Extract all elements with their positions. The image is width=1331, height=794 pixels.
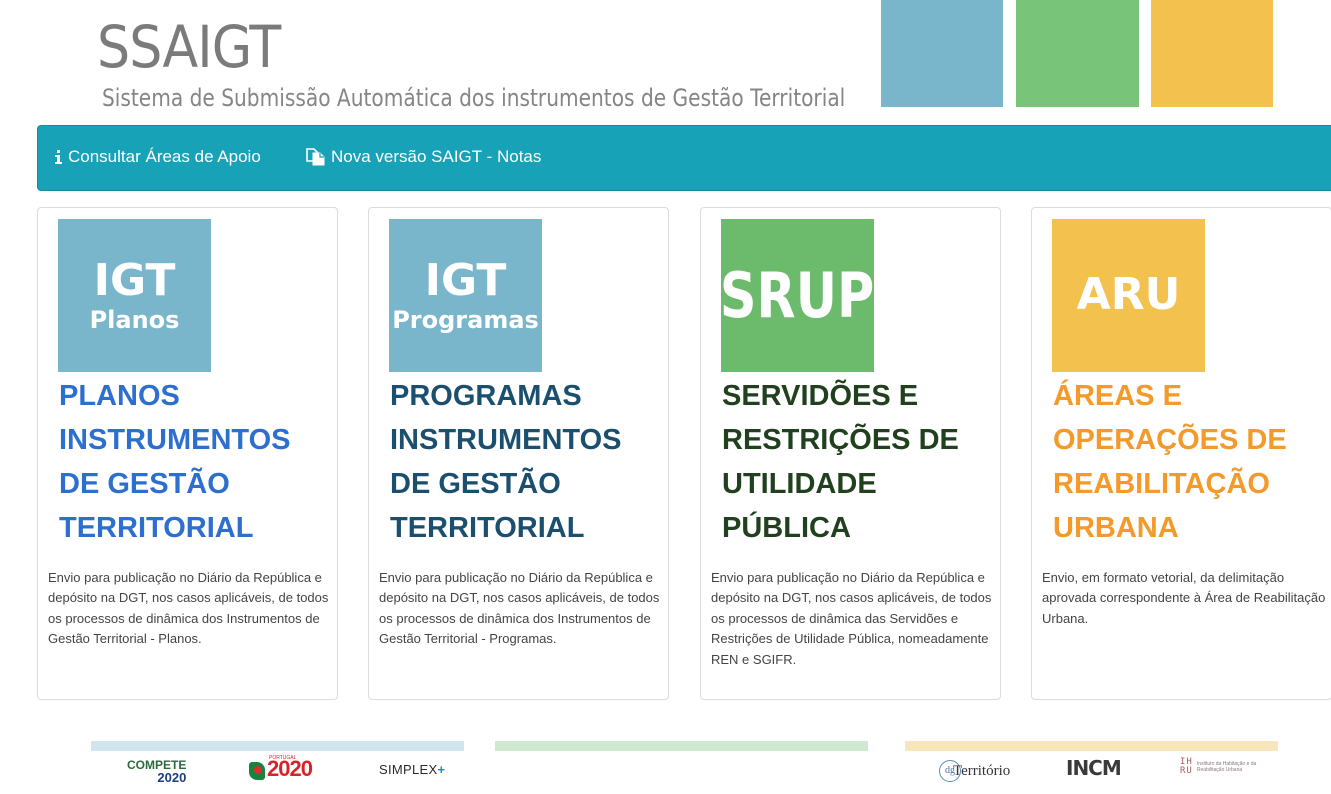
info-icon <box>54 150 63 164</box>
srup-tile-icon[interactable]: SRUP <box>720 219 875 372</box>
ihru-logo: IH RU Instituto da Habitação e da Reabili… <box>1180 757 1257 777</box>
header-color-block-yellow <box>1151 0 1273 107</box>
tile-line1: IGT <box>93 254 176 306</box>
card-aru[interactable]: ARU ÁREAS E OPERAÇÕES DE REABILITAÇÃO UR… <box>1031 207 1331 700</box>
card-description: Envio, em formato vetorial, da delimitaç… <box>1042 570 1326 626</box>
nav-link-consultar-areas[interactable]: Consultar Áreas de Apoio <box>54 147 261 167</box>
aru-tile-icon[interactable]: ARU <box>1052 219 1205 372</box>
site-subtitle: Sistema de Submissão Automática dos inst… <box>102 84 846 112</box>
card-heading[interactable]: PLANOS INSTRUMENTOS DE GESTÃO TERRITORIA… <box>59 374 334 550</box>
simplex-logo: SIMPLEX+ <box>379 763 445 776</box>
portugal-2020-mark-icon <box>249 762 265 780</box>
compete-year: 2020 <box>157 770 187 785</box>
header-color-block-green <box>1016 0 1139 107</box>
card-description: Envio para publicação no Diário da Repúb… <box>379 570 660 647</box>
portugal-2020-logo: PORTUGAL 2020 <box>249 755 313 781</box>
portugal-2020-year: 2020 <box>267 756 313 781</box>
tile-line2: Planos <box>89 306 180 334</box>
card-heading[interactable]: SERVIDÕES E RESTRIÇÕES DE UTILIDADE PÚBL… <box>722 374 997 550</box>
simplex-plus: + <box>437 762 446 777</box>
card-srup[interactable]: SRUP SERVIDÕES E RESTRIÇÕES DE UTILIDADE… <box>700 207 1001 700</box>
card-description: Envio para publicação no Diário da Repúb… <box>711 570 992 667</box>
tile-line1: IGT <box>424 254 507 306</box>
compete-2020-logo: COMPETE 2020 <box>127 759 186 784</box>
tile-line2: Programas <box>392 306 539 334</box>
card-igt-programas[interactable]: IGT Programas PROGRAMAS INSTRUMENTOS DE … <box>368 207 669 700</box>
footer-color-bar-green <box>495 741 868 751</box>
card-heading[interactable]: ÁREAS E OPERAÇÕES DE REABILITAÇÃO URBANA <box>1053 374 1328 550</box>
dgt-text: Território <box>953 762 1011 779</box>
igt-programas-tile-icon[interactable]: IGT Programas <box>389 219 542 372</box>
simplex-text: SIMPLEX <box>379 762 438 777</box>
header-color-block-blue <box>881 0 1003 107</box>
portugal-label: PORTUGAL <box>269 755 297 761</box>
ihru-mark: IH RU <box>1180 757 1193 777</box>
nav-link-label: Nova versão SAIGT - Notas <box>331 147 542 166</box>
nav-link-label: Consultar Áreas de Apoio <box>68 147 261 166</box>
footer-color-bar-blue <box>91 741 464 751</box>
nav-link-nova-versao-notas[interactable]: Nova versão SAIGT - Notas <box>306 147 541 167</box>
card-igt-planos[interactable]: IGT Planos PLANOS INSTRUMENTOS DE GESTÃO… <box>37 207 338 700</box>
incm-logo: INCM <box>1066 756 1122 780</box>
card-heading[interactable]: PROGRAMAS INSTRUMENTOS DE GESTÃO TERRITO… <box>390 374 665 550</box>
tile-line1: SRUP <box>720 258 875 332</box>
card-description: Envio para publicação no Diário da Repúb… <box>48 570 329 647</box>
site-logo-title: SSAIGT <box>97 13 281 81</box>
dgt-territorio-logo: dg Território <box>939 760 1010 782</box>
footer-color-bar-yellow <box>905 741 1278 751</box>
main-navbar: Consultar Áreas de Apoio Nova versão SAI… <box>37 125 1331 191</box>
documents-icon <box>306 148 326 166</box>
igt-planos-tile-icon[interactable]: IGT Planos <box>58 219 211 372</box>
ihru-name: Instituto da Habitação e da Reabilitação… <box>1196 761 1257 774</box>
tile-line1: ARU <box>1076 269 1181 321</box>
